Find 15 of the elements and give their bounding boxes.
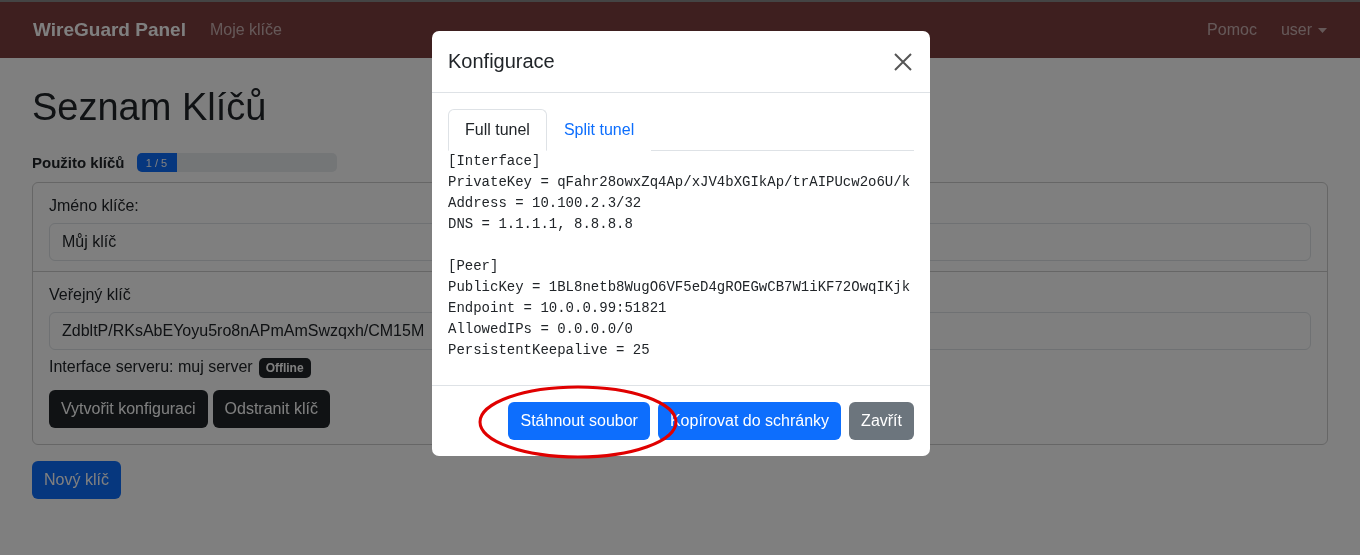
action-button[interactable]: Odstranit klíč: [212, 390, 330, 428]
status-badge: Offline: [258, 358, 311, 378]
config-text: [Interface] PrivateKey = qFahr28owxZq4Ap/xJV4bXGIkAp/trAIPUcw2o6U/k Address = 10.100.2.3/32 DNS = 1.1.1.1, 8.8.8.8 [Peer] PublicKey = 1BL8netb8WugO6VF5eD4gROEGwCB7W1iKF72OwqIKjk Endpoint = 10.0.0.99:51821 AllowedIPs = 0.0.0.0/0 PersistentKeepalive = 25: [448, 152, 912, 360]
brand-title[interactable]: WireGuard Panel: [33, 19, 186, 41]
field-label: Jméno klíče:: [49, 197, 139, 215]
server-text: Interface serveru: muj server: [49, 358, 253, 376]
footer-button[interactable]: Stáhnout soubor: [508, 402, 650, 440]
action-button[interactable]: Vytvořit konfiguraci: [49, 390, 208, 428]
footer-button[interactable]: Zavřít: [849, 402, 914, 440]
field-label: Veřejný klíč: [49, 286, 131, 304]
new-key-button[interactable]: Nový klíč: [32, 461, 121, 499]
tab[interactable]: Full tunel: [448, 109, 547, 151]
usage-label: Použito klíčů: [32, 154, 125, 171]
progress-fill: 1 / 5: [136, 153, 177, 172]
dialog-title: Konfigurace: [448, 50, 555, 73]
